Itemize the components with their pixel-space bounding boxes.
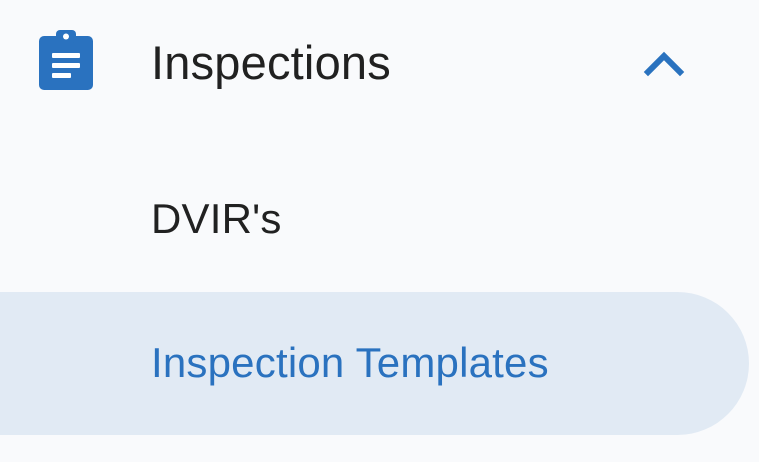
chevron-up-icon[interactable] xyxy=(643,48,685,78)
clipboard-icon xyxy=(37,28,95,90)
nav-item-label: DVIR's xyxy=(151,195,282,242)
nav-group-inspections[interactable]: Inspections xyxy=(0,0,759,124)
sidebar-nav: Inspections DVIR's Inspection Templates xyxy=(0,0,759,462)
nav-item-label: Inspection Templates xyxy=(151,339,549,386)
nav-item-inspection-templates[interactable]: Inspection Templates xyxy=(0,292,749,435)
nav-group-label: Inspections xyxy=(151,36,391,89)
nav-item-dvirs[interactable]: DVIR's xyxy=(0,160,759,280)
